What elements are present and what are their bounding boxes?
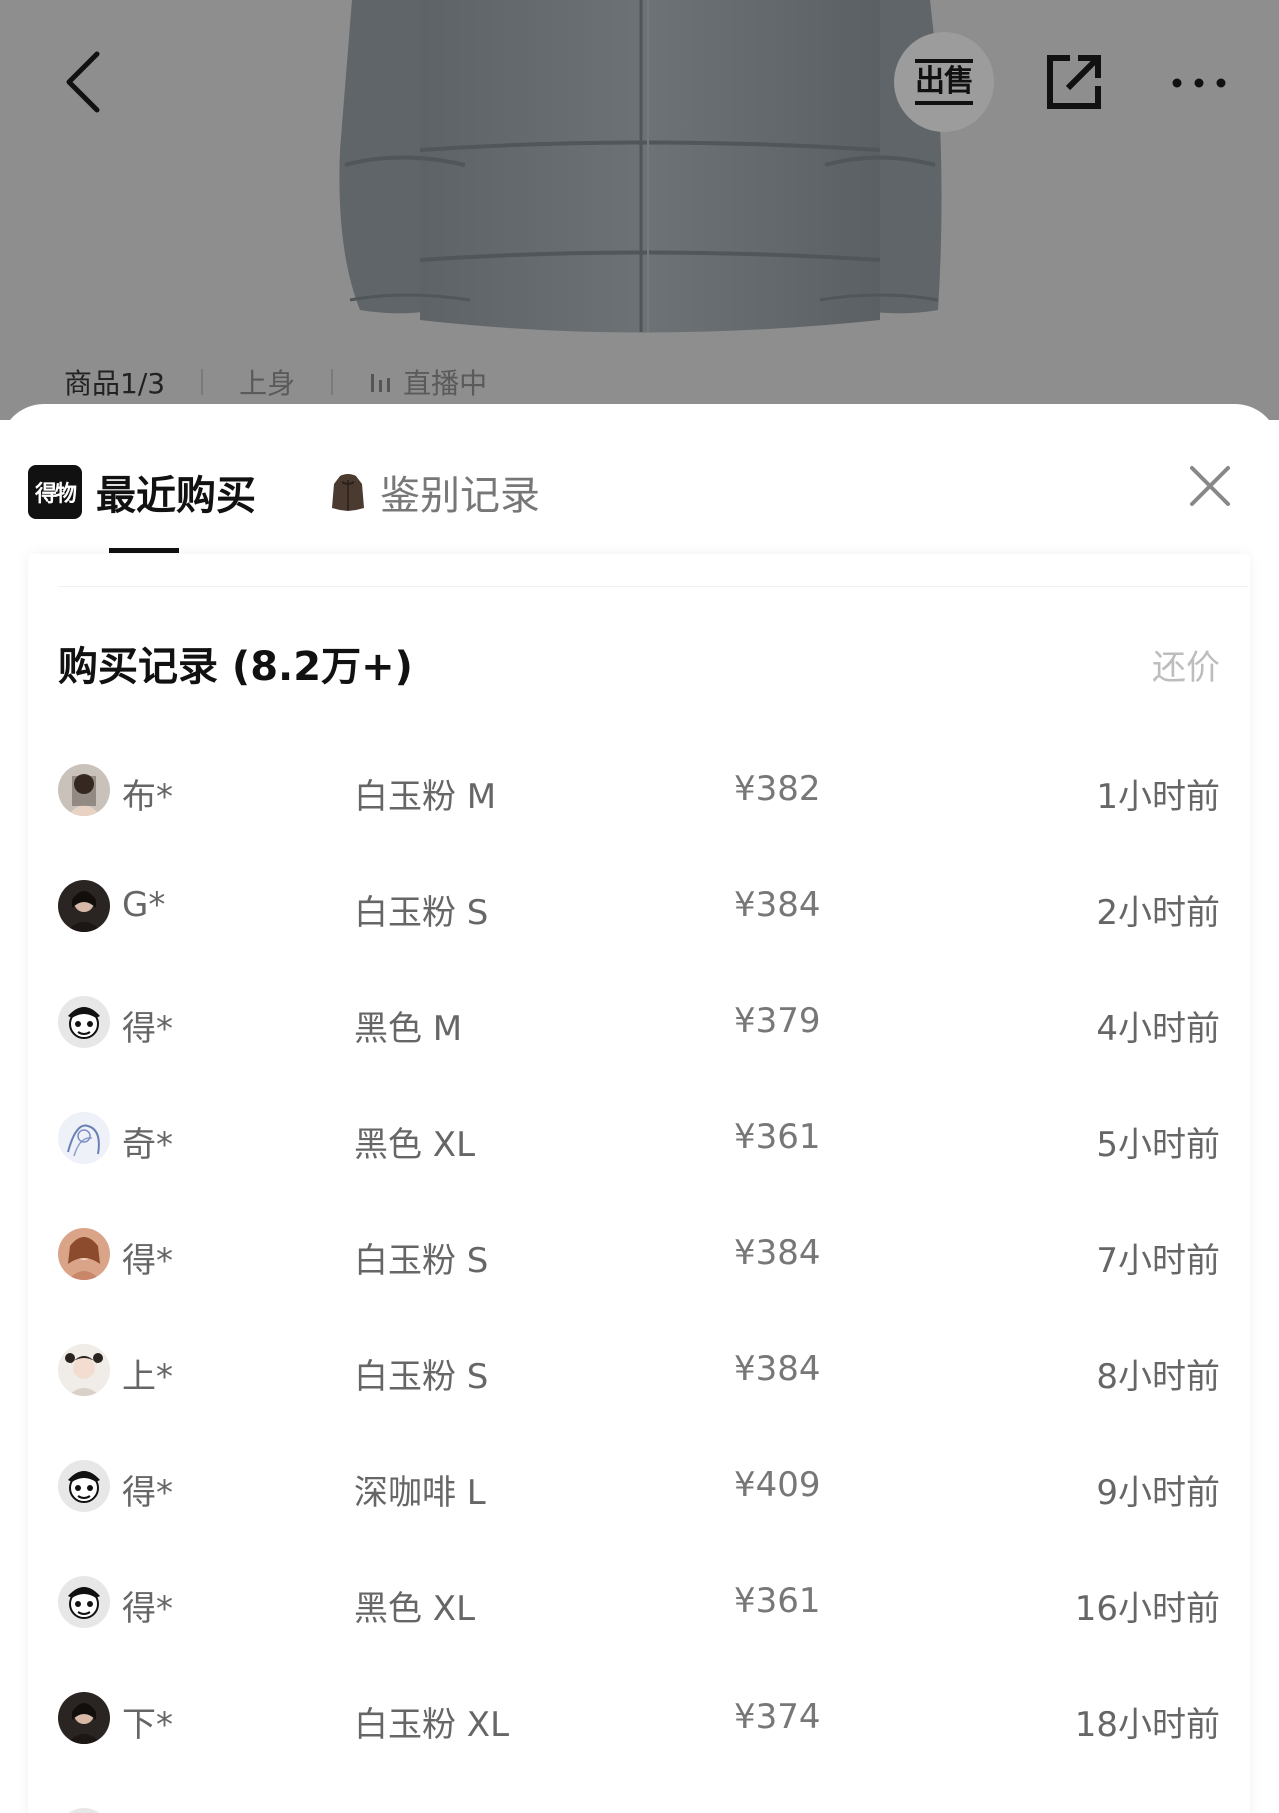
purchase-time: 5小时前 [1096, 1125, 1220, 1165]
tab-separator [331, 369, 334, 395]
avatar [58, 880, 110, 932]
purchase-time: 8小时前 [1096, 1357, 1220, 1397]
tab-live-label: 直播中 [403, 367, 488, 400]
jacket-thumbnail-icon [332, 474, 364, 511]
product-spec: 白玉粉 XL [354, 1705, 510, 1745]
avatar [58, 1112, 110, 1164]
purchase-price: ¥361 [734, 1581, 821, 1621]
purchase-time: 16小时前 [1074, 1589, 1220, 1629]
share-button[interactable] [1036, 44, 1112, 120]
purchase-price: ¥382 [734, 769, 821, 809]
active-tab-indicator [109, 548, 179, 553]
buyer-name: G* [122, 885, 166, 925]
table-row: 得* 黑色 M ¥379 4小时前 [28, 968, 1250, 1084]
tab-live[interactable]: 直播中 [369, 362, 487, 402]
table-row: 得* 深咖啡 L ¥409 9小时前 [28, 1432, 1250, 1548]
avatar [58, 1692, 110, 1744]
table-row: 奇* 黑色 XL ¥361 5小时前 [28, 1084, 1250, 1200]
purchase-records-sheet: 得物 最近购买 鉴别记录 购买记录 (8.2万+) 还价 布* 白玉粉 M ¥382… [0, 404, 1279, 1813]
tab-recent-purchases[interactable]: 得物 最近购买 [28, 454, 256, 530]
product-spec: 白玉粉 S [354, 893, 489, 933]
sell-button[interactable]: 出售 [894, 32, 994, 132]
purchase-price: ¥379 [734, 1001, 821, 1041]
records-title: 购买记录 (8.2万+) [58, 644, 413, 690]
purchase-price: ¥384 [734, 1349, 821, 1389]
table-row: 得* 白玉粉 S ¥384 7小时前 [28, 1200, 1250, 1316]
more-dots-icon [1172, 78, 1226, 88]
purchase-price: ¥361 [734, 1117, 821, 1157]
tab-product-label: 商品1/3 [64, 367, 166, 400]
product-spec: 白玉粉 S [354, 1241, 489, 1281]
purchase-time: 1小时前 [1096, 777, 1220, 817]
purchase-time: 7小时前 [1096, 1241, 1220, 1281]
avatar [58, 1344, 110, 1396]
buyer-name: 得* [122, 1473, 173, 1513]
chevron-left-icon [66, 51, 100, 113]
buyer-name: 奇* [122, 1125, 173, 1165]
purchase-time: 2小时前 [1096, 893, 1220, 933]
buyer-name: 布* [122, 777, 173, 817]
live-bars-icon [371, 374, 391, 392]
table-row: 得* 黑色 XL ¥361 16小时前 [28, 1548, 1250, 1664]
product-spec: 白玉粉 S [354, 1357, 489, 1397]
purchase-price: ¥384 [734, 1233, 821, 1273]
tab-on-body-label: 上身 [239, 367, 296, 400]
avatar [58, 1576, 110, 1628]
table-row: 下* 白玉粉 XL ¥374 18小时前 [28, 1664, 1250, 1780]
product-spec: 黑色 M [354, 1009, 463, 1049]
buyer-name: 下* [122, 1705, 173, 1745]
media-tabs: 商品1/3 上身 直播中 [64, 362, 487, 402]
purchase-price: ¥409 [734, 1465, 821, 1505]
purchase-time: 9小时前 [1096, 1473, 1220, 1513]
sell-label: 出售 [915, 59, 974, 105]
buyer-name: 得* [122, 1241, 173, 1281]
close-icon [1190, 466, 1230, 506]
sheet-tab-bar: 得物 最近购买 鉴别记录 [0, 404, 1279, 554]
tab-separator [201, 369, 204, 395]
tab-on-body[interactable]: 上身 [239, 362, 295, 402]
buyer-name: 得* [122, 1589, 173, 1629]
back-button[interactable] [48, 40, 118, 124]
avatar [58, 1808, 110, 1813]
table-row: 上* 白玉粉 S ¥384 8小时前 [28, 1316, 1250, 1432]
share-out-icon [1047, 55, 1101, 109]
purchase-time: 18小时前 [1074, 1705, 1220, 1745]
table-row: 得*白玉粉 M¥38219小时前 [28, 1780, 1250, 1813]
product-image-area: 出售 商品1/3 上身 直播中 [0, 0, 1279, 420]
avatar [58, 764, 110, 816]
tab-authentication-records[interactable]: 鉴别记录 [330, 454, 540, 530]
close-button[interactable] [1184, 460, 1236, 512]
more-button[interactable] [1166, 52, 1232, 114]
product-spec: 黑色 XL [354, 1589, 476, 1629]
dewu-logo-icon: 得物 [28, 465, 82, 519]
purchase-price: ¥374 [734, 1697, 821, 1737]
purchase-time: 4小时前 [1096, 1009, 1220, 1049]
divider [58, 586, 1248, 587]
avatar [58, 1460, 110, 1512]
purchase-price: ¥384 [734, 885, 821, 925]
buyer-name: 得* [122, 1009, 173, 1049]
table-row: 布* 白玉粉 M ¥382 1小时前 [28, 736, 1250, 852]
tab-auth-label: 鉴别记录 [380, 473, 540, 519]
avatar [58, 1228, 110, 1280]
records-list: 布* 白玉粉 M ¥382 1小时前 G* 白玉粉 S ¥384 2小时前得* 黑色 M ¥379… [28, 736, 1250, 1813]
product-spec: 深咖啡 L [354, 1473, 486, 1513]
tab-recent-label: 最近购买 [96, 473, 256, 519]
tab-product[interactable]: 商品1/3 [64, 362, 165, 402]
avatar [58, 996, 110, 1048]
records-card: 购买记录 (8.2万+) 还价 布* 白玉粉 M ¥382 1小时前 G* 白玉粉 S ¥3… [28, 554, 1250, 1813]
product-spec: 黑色 XL [354, 1125, 476, 1165]
table-row: G* 白玉粉 S ¥384 2小时前 [28, 852, 1250, 968]
buyer-name: 上* [122, 1357, 173, 1397]
bargain-button[interactable]: 还价 [1152, 640, 1220, 689]
product-spec: 白玉粉 M [354, 777, 497, 817]
